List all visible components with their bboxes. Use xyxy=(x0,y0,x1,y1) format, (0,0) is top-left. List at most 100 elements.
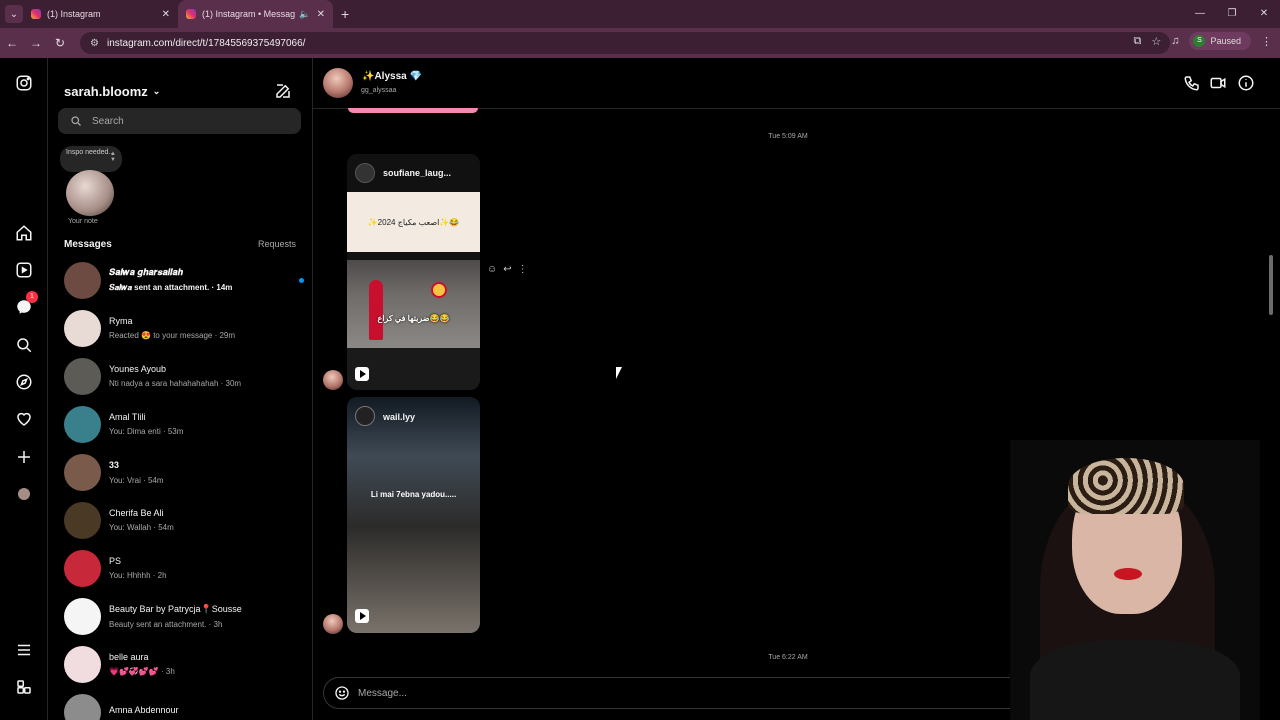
tab-title: (1) Instagram • Messages xyxy=(202,9,296,19)
close-window-icon[interactable]: ✕ xyxy=(1248,0,1280,28)
chat-scrollbar[interactable] xyxy=(1268,110,1274,666)
inbox-panel: sarah.bloomz ⌄ Inspo needed... ▲▼ Your n… xyxy=(48,58,313,720)
conversation-row[interactable]: Beauty Bar by Patrycja📍Sousse Beauty sent… xyxy=(64,594,304,638)
address-bar[interactable]: ⚙ instagram.com/direct/t/178455693754970… xyxy=(80,32,1170,54)
account-switcher[interactable]: sarah.bloomz ⌄ xyxy=(64,84,160,99)
explore-icon[interactable] xyxy=(14,372,34,392)
conversation-avatar xyxy=(64,693,101,720)
messenger-icon[interactable]: 1 xyxy=(14,291,38,317)
instagram-favicon-icon xyxy=(31,9,41,19)
contact-username: gg_alyssaa xyxy=(361,87,397,94)
conversation-row[interactable]: Cherifa Be Ali You: Wallah · 54m xyxy=(64,498,304,542)
conversation-row[interactable]: belle aura 💗💕💞💕💕 · 3h xyxy=(64,642,304,686)
conversation-avatar xyxy=(64,357,101,395)
shared-post[interactable]: soufiane_laug... ✨اصعب مكياج 2024✨😂 ضربت… xyxy=(347,154,480,390)
voice-call-icon[interactable] xyxy=(1183,74,1201,92)
maximize-icon[interactable]: ❐ xyxy=(1216,0,1248,28)
heart-icon[interactable] xyxy=(14,409,34,429)
shared-reel[interactable]: wail.lyy Li mai 7ebna yadou..... xyxy=(347,397,480,633)
reel-author[interactable]: wail.lyy xyxy=(383,412,415,422)
browser-tab-1[interactable]: (1) Instagram ✕ xyxy=(23,0,178,28)
requests-link[interactable]: Requests xyxy=(258,239,296,249)
conversation-row[interactable]: Amal Tlili You: Dima enti · 53m xyxy=(64,402,304,446)
browser-tab-bar: ⌄ (1) Instagram ✕ (1) Instagram • Messag… xyxy=(0,0,1280,28)
install-app-icon[interactable]: ⧉ xyxy=(1133,35,1141,48)
conversation-name: 𝟑𝟑 xyxy=(109,459,120,470)
speaker-icon[interactable]: 🔈 xyxy=(299,9,310,20)
conversation-avatar xyxy=(64,405,101,443)
conversation-avatar xyxy=(64,645,101,683)
conversation-text: Beauty Bar by Patrycja📍Sousse Beauty sent… xyxy=(109,604,304,629)
search-icon xyxy=(71,116,81,126)
conversation-name: 𝑺𝒂𝒍𝒘𝒂 𝒈𝒉𝒂𝒓𝒔𝒂𝒍𝒍𝒂𝒉 xyxy=(109,267,183,277)
reel-play-icon[interactable] xyxy=(355,609,369,623)
conversation-row[interactable]: Amna Abdennour xyxy=(64,690,304,720)
webcam-person-body xyxy=(1030,640,1240,720)
emoji-picker-icon[interactable] xyxy=(334,685,350,701)
conversation-row[interactable]: 𝟑𝟑 You: Vrai · 54m xyxy=(64,450,304,494)
menu-icon[interactable] xyxy=(14,640,34,660)
search-icon[interactable] xyxy=(14,335,34,355)
conversation-row[interactable]: PS You: Hhhhh · 2h xyxy=(64,546,304,590)
instagram-favicon-icon xyxy=(186,9,196,19)
more-options-icon[interactable]: ⋮ xyxy=(518,264,528,275)
conversation-row[interactable]: 𝑺𝒂𝒍𝒘𝒂 𝒈𝒉𝒂𝒓𝒔𝒂𝒍𝒍𝒂𝒉 𝑺𝒂𝒍𝒘𝒂 sent an attachment… xyxy=(64,258,304,302)
previous-message-bubble xyxy=(348,108,478,113)
mouse-cursor xyxy=(616,367,628,379)
message-actions: ☺ ↩ ⋮ xyxy=(487,264,528,275)
info-icon[interactable] xyxy=(1237,74,1255,92)
compose-icon[interactable] xyxy=(274,82,292,100)
conversation-row[interactable]: Younes Ayoub Nti nadya a sara hahahahahah… xyxy=(64,354,304,398)
emoji-sticker xyxy=(431,282,447,298)
reels-icon[interactable] xyxy=(14,260,34,280)
reel-thumbnail: wail.lyy Li mai 7ebna yadou..... xyxy=(347,397,480,633)
conversation-preview: You: Hhhhh · 2h xyxy=(109,571,167,580)
conversation-avatar xyxy=(64,261,101,299)
contact-name[interactable]: ✨Alyssa 💎 xyxy=(362,71,422,82)
webcam-person-lips xyxy=(1114,568,1142,580)
note-avatar[interactable] xyxy=(66,170,114,216)
reel-caption: Li mai 7ebna yadou..... xyxy=(370,490,457,499)
minimize-icon[interactable]: — xyxy=(1184,0,1216,28)
site-info-icon[interactable]: ⚙ xyxy=(90,38,99,49)
close-tab-icon[interactable]: ✕ xyxy=(317,9,325,20)
forward-icon[interactable]: → xyxy=(24,36,48,50)
search-field[interactable] xyxy=(58,108,301,134)
browser-menu-icon[interactable]: ⋮ xyxy=(1261,35,1272,48)
reply-icon[interactable]: ↩ xyxy=(503,264,511,275)
new-tab-icon[interactable]: + xyxy=(341,6,349,22)
close-tab-icon[interactable]: ✕ xyxy=(162,9,170,20)
bookmark-star-icon[interactable]: ☆ xyxy=(1151,35,1161,48)
post-author[interactable]: soufiane_laug... xyxy=(383,168,451,178)
home-icon[interactable] xyxy=(14,223,34,243)
sender-avatar xyxy=(323,614,343,634)
account-username: sarah.bloomz xyxy=(64,84,148,99)
conversation-text: belle aura 💗💕💞💕💕 · 3h xyxy=(109,652,304,676)
back-icon[interactable]: ← xyxy=(0,36,24,50)
reload-icon[interactable]: ↻ xyxy=(48,36,72,50)
video-call-icon[interactable] xyxy=(1209,74,1227,92)
instagram-logo-icon[interactable] xyxy=(14,73,34,93)
conversation-name: belle aura xyxy=(109,652,149,662)
note-label: Your note xyxy=(68,218,98,225)
tab-search-button[interactable]: ⌄ xyxy=(5,5,23,23)
figure-red xyxy=(369,280,383,340)
nav-rail: 1 xyxy=(0,58,48,720)
note-bubble[interactable]: Inspo needed... ▲ ▼ xyxy=(60,146,122,172)
threads-icon[interactable] xyxy=(14,677,34,697)
conversation-avatar xyxy=(64,597,101,635)
media-controls-icon[interactable]: ♫ xyxy=(1171,35,1179,47)
contact-avatar[interactable] xyxy=(323,68,353,98)
search-input[interactable] xyxy=(92,115,292,127)
reel-play-icon[interactable] xyxy=(355,367,369,381)
profile-button[interactable]: S Paused xyxy=(1189,32,1251,50)
react-emoji-icon[interactable]: ☺ xyxy=(487,264,497,275)
conversation-preview: You: Wallah · 54m xyxy=(109,523,174,532)
browser-tab-2[interactable]: (1) Instagram • Messages 🔈 ✕ xyxy=(178,0,333,28)
profile-avatar[interactable] xyxy=(14,484,34,504)
conversation-row[interactable]: Ryma Reacted 😍 to your message · 29m xyxy=(64,306,304,350)
sender-avatar xyxy=(323,370,343,390)
create-icon[interactable] xyxy=(14,447,34,467)
conversation-name: Ryma xyxy=(109,316,133,326)
scrollbar-thumb[interactable] xyxy=(1269,255,1273,315)
